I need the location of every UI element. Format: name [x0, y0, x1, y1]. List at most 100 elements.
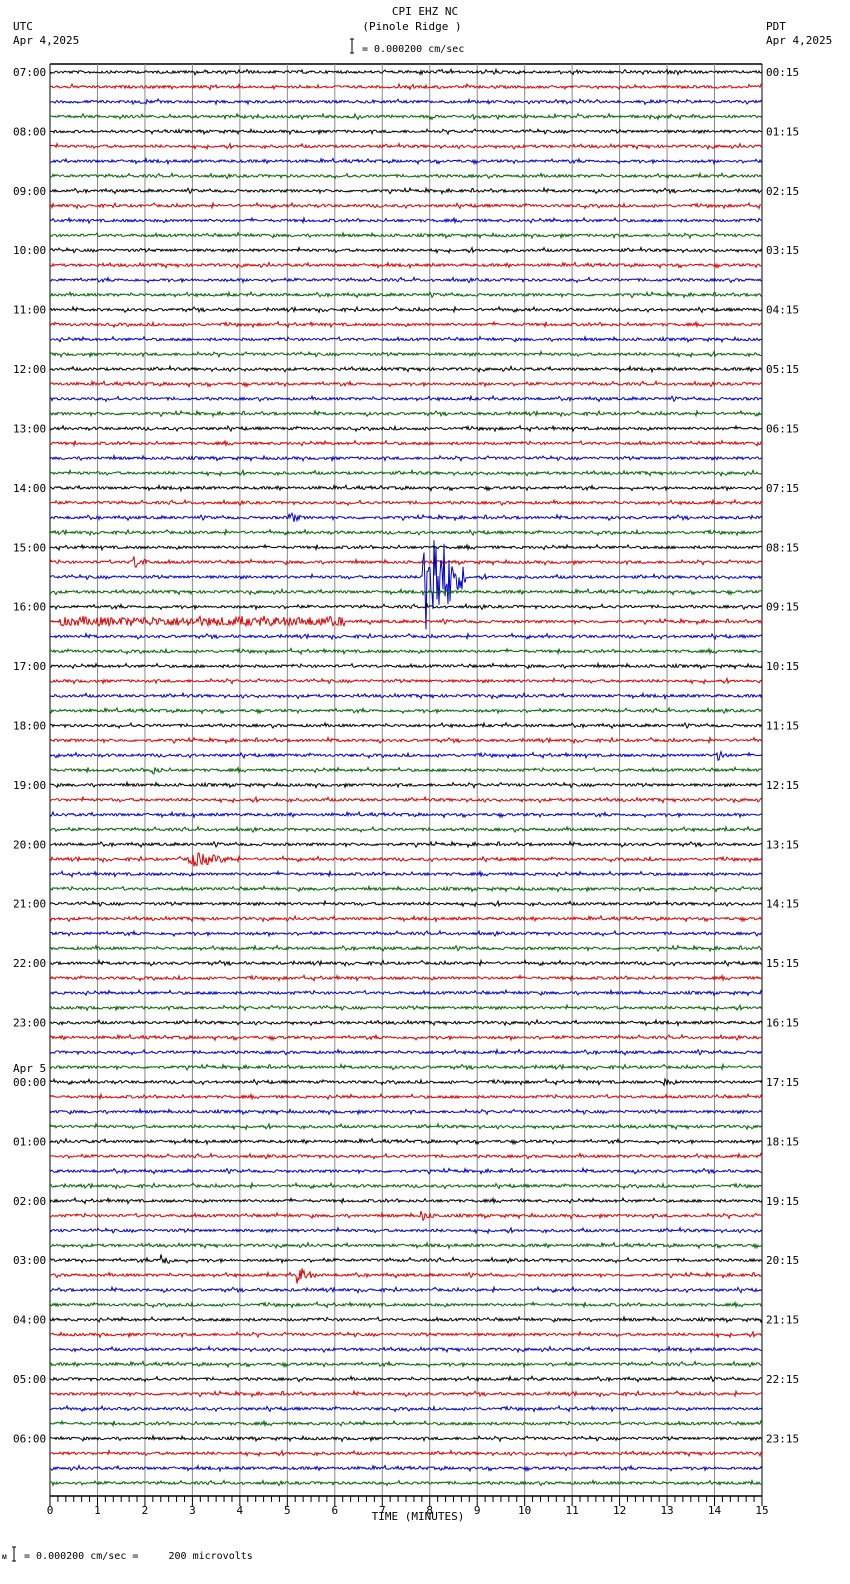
seismic-trace — [49, 320, 763, 329]
utc-hour-label: 09:00 — [13, 185, 46, 198]
right-timezone: PDT — [766, 20, 786, 33]
utc-hour-label: 03:00 — [13, 1254, 46, 1267]
scale-bar-icon — [350, 38, 354, 54]
seismic-trace — [49, 67, 763, 77]
pdt-hour-label: 09:15 — [766, 601, 799, 614]
pdt-hour-label: 22:15 — [766, 1373, 799, 1386]
seismic-trace — [49, 602, 763, 611]
seismic-trace — [49, 556, 763, 569]
x-tick-label: 2 — [142, 1504, 149, 1517]
seismic-trace — [49, 884, 763, 893]
scale-label: = 0.000200 cm/sec — [362, 44, 464, 55]
seismic-trace — [49, 839, 763, 849]
seismic-trace — [49, 290, 763, 299]
utc-hour-label: 12:00 — [13, 363, 46, 376]
seismic-trace — [49, 1448, 763, 1458]
seismic-trace — [49, 1404, 763, 1413]
seismic-trace — [49, 349, 763, 359]
utc-hour-label: 23:00 — [13, 1017, 46, 1030]
helicorder-plot: CPI EHZ NC (Pinole Ridge ) UTC Apr 4,202… — [2, 5, 832, 1562]
seismic-trace — [49, 614, 763, 628]
x-tick-label: 10 — [518, 1504, 531, 1517]
seismic-trace — [49, 1047, 763, 1057]
utc-hour-label: 05:00 — [13, 1373, 46, 1386]
seismic-trace — [49, 483, 763, 493]
seismic-trace — [49, 1374, 763, 1383]
seismic-trace — [49, 1092, 763, 1101]
pdt-hour-label: 17:15 — [766, 1076, 799, 1089]
pdt-hour-label: 12:15 — [766, 779, 799, 792]
seismic-trace — [49, 944, 763, 953]
seismic-trace — [49, 1300, 763, 1309]
utc-hour-label: 19:00 — [13, 779, 46, 792]
utc-hour-label: 13:00 — [13, 422, 46, 435]
footer-scale-bar-icon — [12, 1546, 16, 1562]
footer-scale-label: = 0.000200 cm/sec = 200 microvolts — [24, 1551, 253, 1562]
pdt-hour-label: 21:15 — [766, 1314, 799, 1327]
utc-hour-label: 21:00 — [13, 898, 46, 911]
utc-hour-label: 04:00 — [13, 1314, 46, 1327]
seismic-trace — [49, 394, 763, 403]
seismic-trace — [49, 1151, 763, 1160]
footer-mark: ᴍ — [2, 1552, 7, 1561]
seismic-trace — [49, 1077, 763, 1088]
seismic-trace — [49, 379, 763, 389]
seismic-trace — [49, 735, 763, 745]
seismic-trace — [49, 468, 763, 478]
utc-hour-label: 22:00 — [13, 957, 46, 970]
left-date: Apr 4,2025 — [13, 34, 79, 47]
seismic-trace — [49, 543, 763, 552]
seismic-trace — [49, 780, 763, 789]
utc-hour-label: 11:00 — [13, 304, 46, 317]
station-name: (Pinole Ridge ) — [362, 20, 461, 33]
seismic-trace — [49, 631, 763, 641]
seismic-trace — [49, 1210, 763, 1222]
seismic-trace — [49, 171, 763, 180]
seismic-trace — [49, 1241, 763, 1250]
seismic-trace — [49, 1344, 763, 1354]
seismic-trace — [49, 216, 763, 225]
utc-hour-label: 10:00 — [13, 244, 46, 257]
x-tick-label: 14 — [708, 1504, 722, 1517]
seismic-trace — [49, 261, 763, 270]
utc-hour-label: 08:00 — [13, 125, 46, 138]
seismic-trace — [49, 825, 763, 834]
pdt-hour-label: 04:15 — [766, 304, 799, 317]
seismic-trace — [49, 498, 763, 507]
seismic-trace — [49, 230, 763, 240]
pdt-hour-label: 02:15 — [766, 185, 799, 198]
x-tick-label: 5 — [284, 1504, 291, 1517]
seismic-trace — [49, 1196, 763, 1205]
pdt-hour-label: 15:15 — [766, 957, 799, 970]
seismic-trace — [49, 1181, 763, 1190]
seismic-trace — [49, 1062, 763, 1072]
seismic-trace — [49, 127, 763, 136]
x-tick-label: 4 — [237, 1504, 244, 1517]
seismic-trace — [49, 1226, 763, 1235]
utc-hour-label: 17:00 — [13, 660, 46, 673]
seismic-trace — [49, 364, 763, 374]
pdt-hour-label: 07:15 — [766, 482, 799, 495]
seismic-trace — [49, 1463, 763, 1473]
seismic-trace — [49, 810, 763, 819]
seismic-trace — [49, 112, 763, 121]
seismic-trace — [49, 706, 763, 715]
utc-hour-label: 06:00 — [13, 1432, 46, 1445]
pdt-hour-label: 19:15 — [766, 1195, 799, 1208]
seismic-trace — [49, 201, 763, 210]
seismic-trace — [49, 1107, 763, 1116]
seismic-trace — [49, 1122, 763, 1131]
seismic-trace — [49, 1419, 763, 1428]
seismic-trace — [49, 1003, 763, 1012]
pdt-hour-label: 14:15 — [766, 898, 799, 911]
seismic-trace — [50, 929, 763, 938]
seismic-trace — [49, 186, 763, 195]
utc-hour-label: 20:00 — [13, 838, 46, 851]
seismic-trace — [49, 869, 763, 879]
pdt-hour-label: 16:15 — [766, 1017, 799, 1030]
seismic-trace — [49, 245, 763, 255]
x-tick-label: 13 — [660, 1504, 673, 1517]
seismic-trace — [49, 424, 763, 433]
seismic-trace — [49, 1389, 763, 1398]
pdt-hour-label: 01:15 — [766, 125, 799, 138]
